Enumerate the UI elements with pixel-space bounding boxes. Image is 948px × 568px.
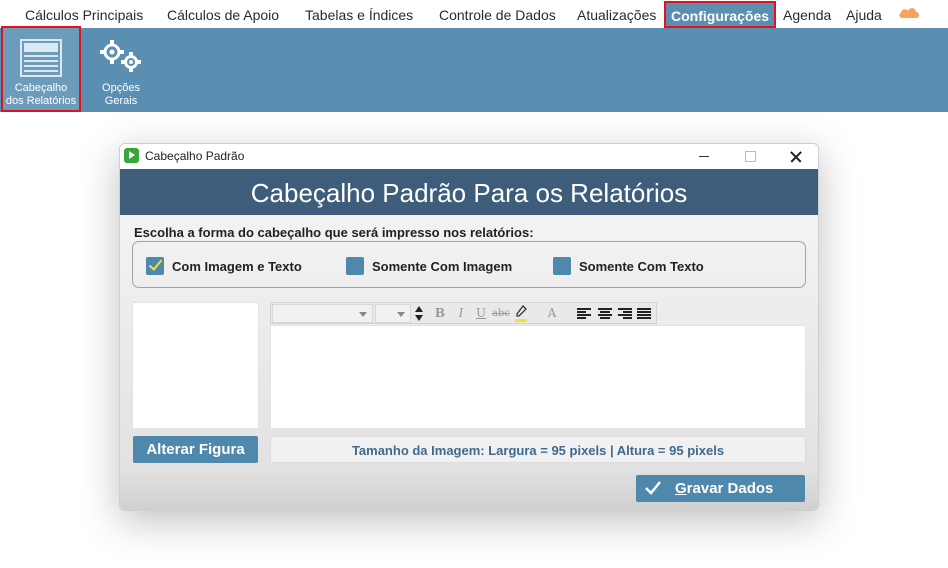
font-size-spinner-icon[interactable] — [414, 305, 424, 322]
editor-toolbar: B I U abc A — [270, 302, 657, 324]
dialog-titlebar[interactable]: Cabeçalho Padrão — [120, 144, 818, 169]
option-image-only-label: Somente Com Imagem — [372, 259, 513, 274]
close-button[interactable] — [773, 144, 818, 169]
dialog-banner: Cabeçalho Padrão Para os Relatórios — [120, 169, 818, 215]
menu-atualizacoes[interactable]: Atualizações — [577, 0, 656, 28]
option-text-only-label: Somente Com Texto — [579, 259, 704, 274]
header-layout-icon — [20, 39, 62, 77]
save-data-button[interactable]: Gravar Dados — [636, 475, 805, 502]
strikethrough-button[interactable]: abc — [492, 305, 510, 322]
ribbon-toolbar: Cabeçalho dos Relatórios Opções Gerais — [0, 26, 948, 112]
menu-agenda[interactable]: Agenda — [783, 0, 831, 28]
dialog-title: Cabeçalho Padrão — [145, 149, 245, 163]
checkbox-icon[interactable] — [346, 257, 364, 275]
menu-calculos-principais[interactable]: Cálculos Principais — [25, 0, 143, 28]
menu-controle-de-dados[interactable]: Controle de Dados — [439, 0, 556, 28]
header-reports-label-1: Cabeçalho — [14, 82, 68, 94]
app-logo-icon — [124, 148, 139, 163]
highlighter-icon[interactable] — [514, 304, 528, 323]
align-justify-icon[interactable] — [637, 308, 651, 319]
image-preview[interactable] — [132, 302, 259, 429]
menu-calculos-de-apoio[interactable]: Cálculos de Apoio — [167, 0, 279, 28]
header-reports-label-2: dos Relatórios — [5, 95, 77, 107]
italic-button[interactable]: I — [452, 305, 470, 322]
general-options-button[interactable]: Opções Gerais — [90, 28, 152, 112]
checkbox-icon[interactable] — [553, 257, 571, 275]
underline-button[interactable]: U — [472, 305, 490, 322]
bold-button[interactable]: B — [431, 305, 449, 322]
align-center-icon[interactable] — [598, 308, 612, 319]
header-mode-group: Com Imagem e Texto Somente Com Imagem So… — [132, 241, 806, 288]
align-left-icon[interactable] — [577, 308, 591, 319]
general-options-label-2: Gerais — [104, 95, 138, 107]
minimize-button[interactable] — [681, 144, 727, 169]
maximize-button[interactable] — [727, 144, 773, 169]
gears-icon — [100, 40, 141, 72]
general-options-label-1: Opções — [102, 82, 140, 94]
change-image-button[interactable]: Alterar Figura — [133, 436, 258, 463]
header-text-area[interactable] — [270, 325, 806, 429]
menu-configuracoes[interactable]: Configurações — [664, 1, 777, 28]
cloud-icon[interactable] — [898, 5, 920, 19]
align-right-icon[interactable] — [618, 308, 632, 319]
font-color-button[interactable]: A — [543, 305, 561, 322]
image-size-info: Tamanho da Imagem: Largura = 95 pixels |… — [270, 436, 806, 463]
font-size-select[interactable] — [375, 304, 411, 323]
choose-label: Escolha a forma do cabeçalho que será im… — [134, 225, 534, 240]
text-editor: B I U abc A — [270, 302, 806, 429]
option-image-and-text-label: Com Imagem e Texto — [172, 259, 302, 274]
main-menu-bar: Cálculos Principais Cálculos de Apoio Ta… — [0, 0, 948, 28]
checkbox-checked-icon[interactable] — [146, 257, 164, 275]
header-dialog: Cabeçalho Padrão Cabeçalho Padrão Para o… — [119, 143, 819, 511]
menu-ajuda[interactable]: Ajuda — [846, 0, 882, 28]
save-data-label: Gravar Dados — [675, 480, 774, 497]
menu-tabelas-e-indices[interactable]: Tabelas e Índices — [305, 0, 413, 28]
checkmark-icon — [645, 481, 661, 495]
dialog-content: Escolha a forma do cabeçalho que será im… — [120, 215, 818, 510]
header-reports-button[interactable]: Cabeçalho dos Relatórios — [1, 26, 81, 112]
font-family-select[interactable] — [272, 304, 373, 323]
